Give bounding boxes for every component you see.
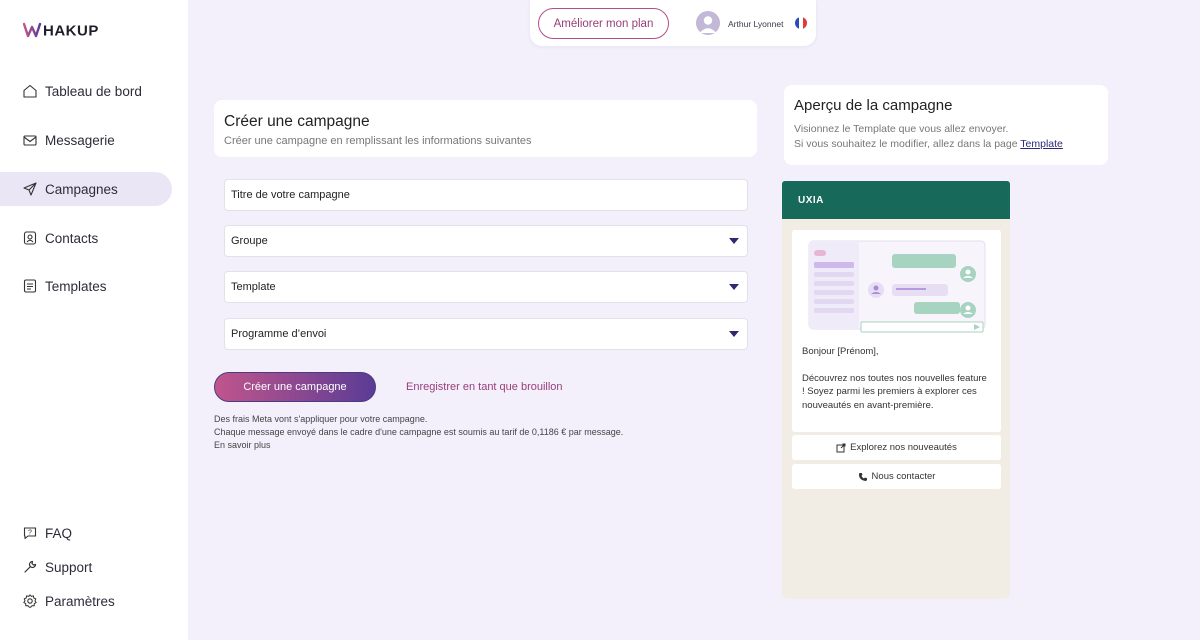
message-body: Découvrez nos toutes nos nouvelles featu… [802,372,987,411]
sidebar-item-support[interactable]: Support [0,550,172,584]
whakup-logo[interactable]: HAKUP [23,21,115,39]
preview-description: Visionnez le Template que vous allez env… [794,122,1098,152]
sidebar-item-faq[interactable]: ? FAQ [0,516,172,550]
create-campaign-button[interactable]: Créer une campagne [214,372,376,402]
sidebar-item-label: Tableau de bord [45,83,142,99]
svg-text:?: ? [28,530,32,537]
learn-more-link[interactable]: En savoir plus [214,439,623,452]
user-icon [699,16,717,33]
preview-line-prefix: Si vous souhaitez le modifier, allez dan… [794,138,1021,150]
send-icon [22,181,38,197]
question-icon: ? [22,525,38,541]
sidebar-item-label: Paramètres [45,593,115,609]
gear-icon [22,593,38,609]
external-link-icon [836,443,846,453]
contact-us-button[interactable]: Nous contacter [792,464,1001,489]
campaign-preview-header: Aperçu de la campagne Visionnez le Templ… [784,85,1108,165]
meta-fees-disclaimer: Des frais Meta vont s'appliquer pour vot… [214,413,623,452]
wrench-icon [22,559,38,575]
message-greeting: Bonjour [Prénom], [802,346,879,357]
create-campaign-header: Créer une campagne Créer une campagne en… [214,100,757,157]
sidebar-item-label: FAQ [45,525,73,541]
home-icon [22,83,38,99]
campaign-title-placeholder: Titre de votre campagne [231,189,350,201]
message-bubble: Bonjour [Prénom], Découvrez nos toutes n… [792,230,1001,432]
sidebar-item-messaging[interactable]: Messagerie [0,123,172,157]
template-select[interactable]: Template [224,271,748,303]
cta-label: Nous contacter [871,471,936,482]
user-name: Arthur Lyonnet [728,19,784,29]
sidebar-item-label: Support [45,559,93,575]
chat-illustration-image [808,240,986,335]
sidebar: HAKUP Tableau de bord Messagerie Campagn… [0,0,188,640]
page-title: Créer une campagne [224,113,370,130]
group-select[interactable]: Groupe [224,225,748,257]
campaign-title-input[interactable]: Titre de votre campagne [224,179,748,211]
sidebar-item-settings[interactable]: Paramètres [0,584,172,618]
template-icon [22,278,38,294]
sidebar-item-templates[interactable]: Templates [0,269,172,303]
caret-down-icon [729,238,739,244]
schedule-select[interactable]: Programme d’envoi [224,318,748,350]
message-text: Bonjour [Prénom], Découvrez nos toutes n… [802,345,992,412]
caret-down-icon [729,331,739,337]
sidebar-item-label: Messagerie [45,132,115,148]
page-subtitle: Créer une campagne en remplissant les in… [224,135,532,147]
sidebar-item-label: Contacts [45,230,99,246]
upgrade-plan-button[interactable]: Améliorer mon plan [538,8,669,39]
template-page-link[interactable]: Template [1020,138,1063,150]
avatar[interactable] [696,11,720,35]
sidebar-item-label: Campagnes [45,181,118,197]
phone-icon [858,472,868,482]
disclaimer-line: Chaque message envoyé dans le cadre d'un… [214,427,624,437]
sidebar-item-contacts[interactable]: Contacts [0,221,172,255]
sidebar-item-label: Templates [45,278,107,294]
sidebar-item-dashboard[interactable]: Tableau de bord [0,74,172,108]
cta-label: Explorez nos nouveautés [850,442,957,453]
template-select-label: Template [231,281,276,293]
mail-icon [22,132,38,148]
disclaimer-line: Des frais Meta vont s'appliquer pour vot… [214,414,428,424]
caret-down-icon [729,284,739,290]
save-draft-link[interactable]: Enregistrer en tant que brouillon [406,381,563,393]
preview-title: Aperçu de la campagne [794,97,953,114]
message-preview: UXIA Bonjour [Prénom], Découvrez nos tou… [782,181,1010,599]
preview-line: Visionnez le Template que vous allez env… [794,123,1009,135]
group-select-label: Groupe [231,235,268,247]
sender-name: UXIA [782,181,1010,219]
explore-news-button[interactable]: Explorez nos nouveautés [792,435,1001,460]
svg-text:HAKUP: HAKUP [43,23,99,40]
schedule-select-label: Programme d’envoi [231,328,327,340]
contact-icon [22,230,38,246]
french-flag-icon[interactable] [795,17,807,29]
top-bar: Améliorer mon plan Arthur Lyonnet [530,0,816,46]
sidebar-item-campaigns[interactable]: Campagnes [0,172,172,206]
preview-line: Si vous souhaitez le modifier, allez dan… [794,137,1098,152]
